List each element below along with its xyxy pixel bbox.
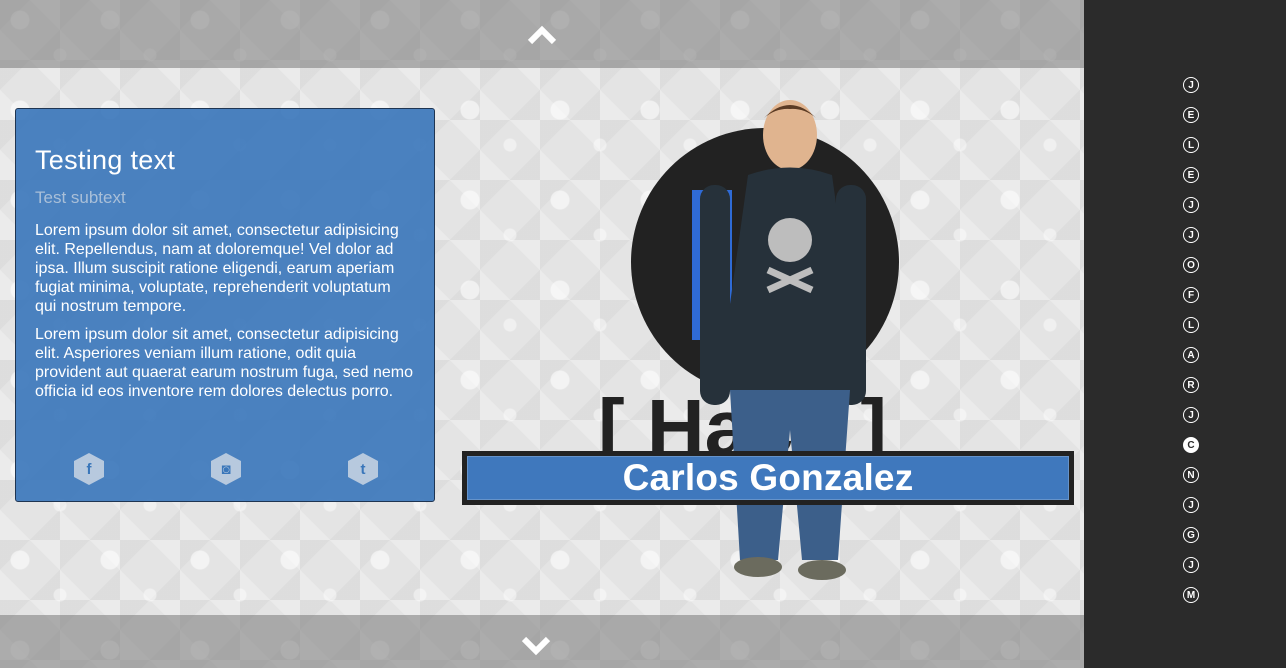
card-paragraph: Lorem ipsum dolor sit amet, consectetur … (35, 222, 399, 315)
name-banner: Carlos Gonzalez (462, 451, 1074, 505)
next-button[interactable] (516, 629, 556, 663)
facebook-icon[interactable]: f (74, 453, 104, 485)
nav-item[interactable]: J (1183, 227, 1199, 243)
nav-item[interactable]: J (1183, 497, 1199, 513)
twitter-icon[interactable]: t (348, 453, 378, 485)
card-paragraph: Lorem ipsum dolor sit amet, consectetur … (35, 326, 413, 400)
nav-item-active[interactable]: C (1183, 437, 1199, 453)
nav-item[interactable]: G (1183, 527, 1199, 543)
nav-item[interactable]: M (1183, 587, 1199, 603)
nav-item[interactable]: L (1183, 137, 1199, 153)
card-title: Testing text (35, 145, 176, 175)
nav-item[interactable]: A (1183, 347, 1199, 363)
profile-nav-list: J E L E J J O F L A R J C N J G J M (1183, 77, 1199, 617)
sidebar-navigation: J E L E J J O F L A R J C N J G J M (1084, 0, 1286, 668)
chevron-down-icon (521, 636, 551, 656)
info-card: Testing text Test subtext Lorem ipsum do… (15, 108, 435, 502)
nav-item[interactable]: F (1183, 287, 1199, 303)
bottom-bar (0, 615, 1084, 668)
card-subtitle: Test subtext (35, 188, 126, 207)
nav-item[interactable]: J (1183, 407, 1199, 423)
person-name: Carlos Gonzalez (622, 457, 914, 498)
instagram-icon[interactable]: ◙ (211, 453, 241, 485)
chevron-up-icon (527, 25, 557, 45)
nav-item[interactable]: E (1183, 107, 1199, 123)
top-bar (0, 0, 1084, 68)
nav-item[interactable]: J (1183, 197, 1199, 213)
nav-item[interactable]: J (1183, 557, 1199, 573)
nav-item[interactable]: E (1183, 167, 1199, 183)
previous-button[interactable] (522, 18, 562, 52)
profile-photo: [ Hack ] (598, 100, 899, 580)
nav-item[interactable]: J (1183, 77, 1199, 93)
social-links: f ◙ t (74, 453, 378, 485)
main-stage: Testing text Test subtext Lorem ipsum do… (0, 0, 1084, 668)
nav-item[interactable]: L (1183, 317, 1199, 333)
nav-item[interactable]: R (1183, 377, 1199, 393)
nav-item[interactable]: N (1183, 467, 1199, 483)
nav-item[interactable]: O (1183, 257, 1199, 273)
